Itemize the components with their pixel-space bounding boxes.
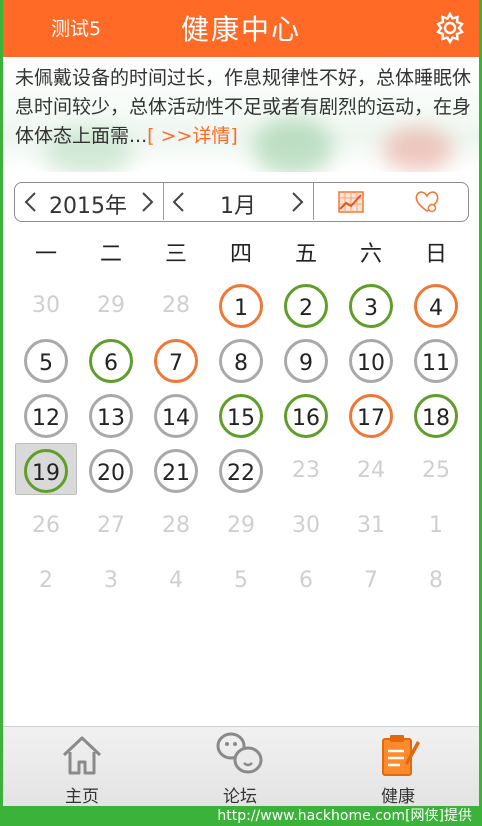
calendar-day[interactable]: 11	[414, 339, 458, 383]
year-label: 2015年	[49, 194, 127, 219]
calendar-day[interactable]: 14	[154, 394, 198, 438]
calendar-day[interactable]: 17	[349, 394, 393, 438]
calendar-day[interactable]: 9	[284, 339, 328, 383]
nav-home[interactable]: 主页	[3, 727, 161, 807]
header-bar: 测试5 健康中心	[3, 0, 479, 57]
home-icon	[62, 736, 102, 775]
calendar-day[interactable]: 16	[284, 394, 328, 438]
selector-divider	[163, 183, 164, 220]
calendar-day[interactable]: 1	[219, 284, 263, 328]
calendar-day-outside: 24	[357, 458, 385, 483]
calendar-day-outside: 27	[97, 513, 125, 538]
calendar-day[interactable]: 19	[24, 449, 68, 493]
heart-stethoscope-icon[interactable]	[413, 189, 441, 215]
calendar-day[interactable]: 8	[219, 339, 263, 383]
bottom-nav: 主页 论坛 健康	[3, 726, 479, 807]
calendar-day[interactable]: 12	[24, 394, 68, 438]
details-link[interactable]: [ >>详情]	[147, 125, 238, 147]
calendar-day[interactable]: 5	[24, 339, 68, 383]
calendar-day-outside: 23	[292, 458, 320, 483]
calendar-day-outside: 5	[234, 568, 248, 593]
weekday-label: 一	[34, 242, 57, 267]
calendar-day-outside: 28	[162, 513, 190, 538]
weekday-label: 三	[164, 242, 187, 267]
page-title: 健康中心	[180, 13, 301, 46]
calendar-day[interactable]: 7	[154, 339, 198, 383]
weekday-label: 五	[294, 242, 317, 267]
nav-health-label: 健康	[381, 787, 415, 807]
weekday-label: 二	[99, 242, 122, 267]
calendar-day-outside: 30	[32, 293, 60, 318]
calendar-day-outside: 6	[299, 568, 313, 593]
forum-icon	[216, 732, 263, 774]
calendar-day-outside: 4	[169, 568, 183, 593]
calendar-day-outside: 30	[292, 513, 320, 538]
calendar-day[interactable]: 6	[89, 339, 133, 383]
nav-home-label: 主页	[65, 787, 99, 807]
calendar-day[interactable]: 13	[89, 394, 133, 438]
chart-grid-icon[interactable]	[337, 190, 365, 214]
calendar-day[interactable]: 2	[284, 284, 328, 328]
calendar-day[interactable]: 3	[349, 284, 393, 328]
calendar-day[interactable]: 21	[154, 449, 198, 493]
date-selector: 2015年 1月	[14, 182, 469, 222]
nav-forum-label: 论坛	[223, 787, 257, 807]
calendar-day[interactable]: 22	[219, 449, 263, 493]
prev-month-icon[interactable]	[169, 191, 189, 213]
calendar-day-outside: 3	[104, 568, 118, 593]
health-summary-text: 未佩戴设备的时间过长，作息规律性不好，总体睡眠休息时间较少，总体活动性不足或者有…	[15, 64, 471, 151]
calendar-day-outside: 25	[422, 458, 450, 483]
weekday-label: 六	[359, 242, 382, 267]
calendar-day-outside: 29	[227, 513, 255, 538]
health-summary-banner: 未佩戴设备的时间过长，作息规律性不好，总体睡眠休息时间较少，总体活动性不足或者有…	[3, 57, 479, 172]
calendar-day-outside: 1	[429, 513, 443, 538]
next-month-icon[interactable]	[287, 191, 307, 213]
calendar-day[interactable]: 10	[349, 339, 393, 383]
watermark: http://www.hackhome.com[网侠]提供	[0, 806, 482, 826]
health-report-icon	[382, 735, 420, 776]
weekday-label: 日	[424, 242, 447, 267]
calendar-day-outside: 7	[364, 568, 378, 593]
gear-icon[interactable]	[433, 11, 467, 45]
prev-year-icon[interactable]	[21, 191, 41, 213]
nav-health[interactable]: 健康	[319, 727, 477, 807]
calendar-day-outside: 29	[97, 293, 125, 318]
calendar-day-outside: 26	[32, 513, 60, 538]
calendar-day[interactable]: 20	[89, 449, 133, 493]
calendar-day-outside: 2	[39, 568, 53, 593]
summary-body: 未佩戴设备的时间过长，作息规律性不好，总体睡眠休息时间较少，总体活动性不足或者有…	[15, 67, 472, 147]
calendar-day[interactable]: 4	[414, 284, 458, 328]
nav-forum[interactable]: 论坛	[161, 727, 319, 807]
calendar-day-outside: 8	[429, 568, 443, 593]
next-year-icon[interactable]	[137, 191, 157, 213]
month-label: 1月	[220, 194, 256, 219]
weekday-label: 四	[229, 242, 252, 267]
calendar-day[interactable]: 18	[414, 394, 458, 438]
calendar-day-outside: 31	[357, 513, 385, 538]
calendar-day[interactable]: 15	[219, 394, 263, 438]
calendar-day-outside: 28	[162, 293, 190, 318]
selector-divider	[313, 183, 314, 220]
